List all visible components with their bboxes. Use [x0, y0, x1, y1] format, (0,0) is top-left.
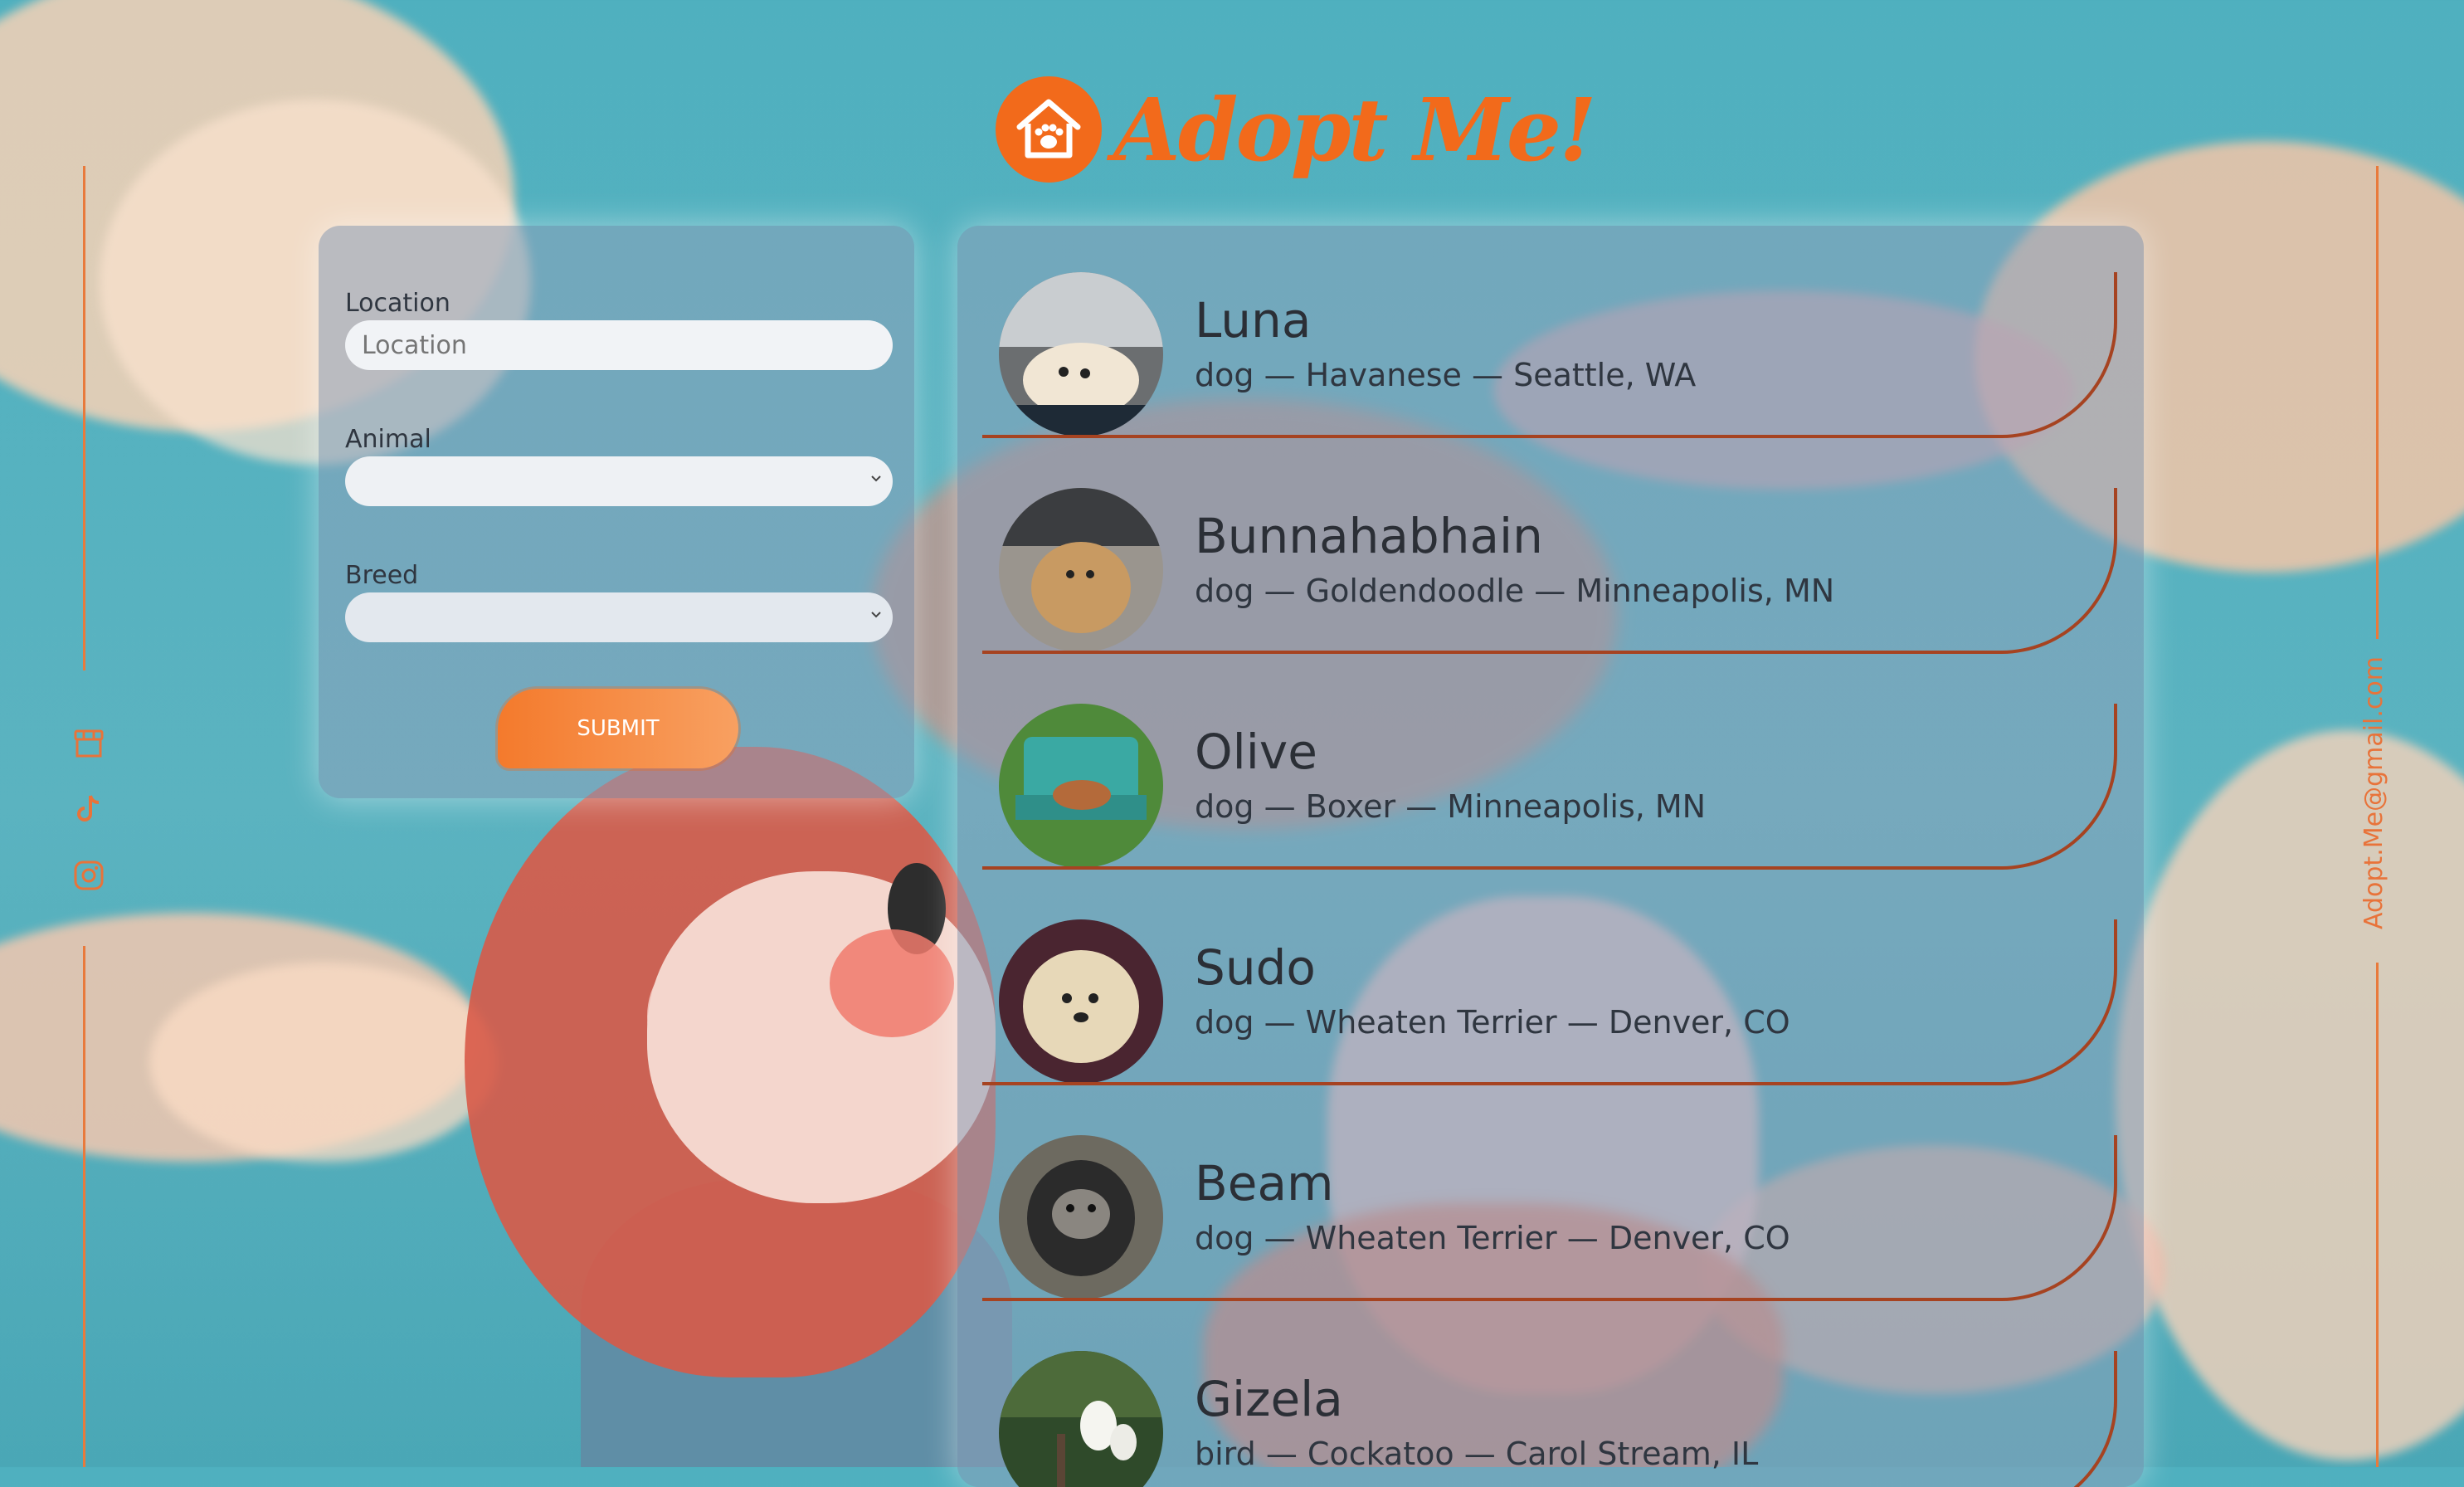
left-divider-bottom: [83, 946, 85, 1467]
tiktok-icon[interactable]: [70, 790, 108, 828]
submit-button[interactable]: SUBMIT: [498, 689, 738, 768]
search-form: Location Animal Breed SUBMIT: [319, 226, 914, 798]
right-divider-bottom: [2376, 963, 2379, 1467]
card-divider: [982, 272, 2117, 438]
card-divider: [982, 704, 2117, 870]
site-header: Adopt Me!: [996, 63, 1597, 196]
pet-card[interactable]: Olive dog — Boxer — Minneapolis, MN: [982, 657, 2117, 870]
location-input[interactable]: [345, 320, 893, 370]
animal-select[interactable]: [345, 456, 893, 506]
animal-label: Animal: [345, 425, 431, 454]
house-paw-icon[interactable]: [996, 76, 1102, 183]
breed-label: Breed: [345, 561, 419, 590]
instagram-icon[interactable]: [70, 856, 108, 895]
breed-select[interactable]: [345, 592, 893, 642]
chevron-down-icon: [871, 612, 881, 618]
brand-title[interactable]: Adopt Me!: [1113, 79, 1597, 181]
card-divider: [982, 1351, 2117, 1487]
right-divider-top: [2376, 166, 2379, 639]
contact-email[interactable]: Adopt.Me@gmail.com: [2359, 656, 2389, 929]
left-divider-top: [83, 166, 85, 670]
card-divider: [982, 919, 2117, 1085]
chevron-down-icon: [871, 475, 881, 482]
pet-card[interactable]: Beam dog — Wheaten Terrier — Denver, CO: [982, 1089, 2117, 1301]
pet-results-list: Luna dog — Havanese — Seattle, WA Bunnah…: [957, 226, 2144, 1487]
pet-card[interactable]: Sudo dog — Wheaten Terrier — Denver, CO: [982, 873, 2117, 1085]
social-links: [70, 724, 108, 923]
location-label: Location: [345, 289, 450, 318]
store-icon[interactable]: [70, 724, 108, 762]
pet-card[interactable]: Bunnahabhain dog — Goldendoodle — Minnea…: [982, 441, 2117, 654]
pet-card[interactable]: Gizela bird — Cockatoo — Carol Stream, I…: [982, 1304, 2117, 1487]
card-divider: [982, 1135, 2117, 1301]
card-divider: [982, 488, 2117, 654]
pet-card[interactable]: Luna dog — Havanese — Seattle, WA: [982, 226, 2117, 438]
